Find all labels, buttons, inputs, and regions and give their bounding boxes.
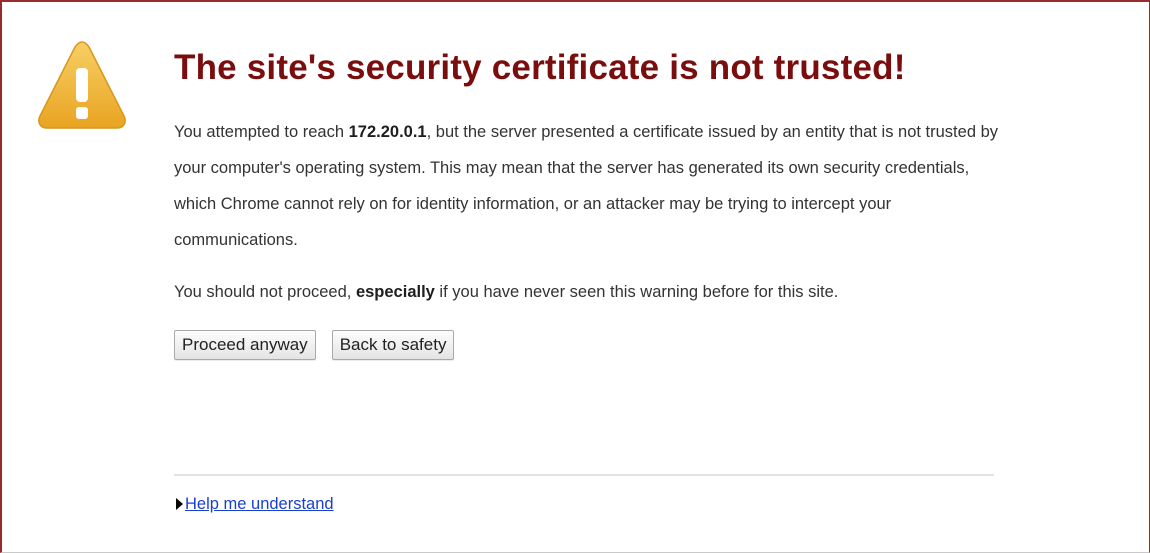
advice-emphasis: especially xyxy=(355,283,435,301)
triangle-right-icon[interactable] xyxy=(176,498,183,510)
action-buttons: Proceed anyway Back to safety xyxy=(174,330,1014,360)
target-host: 172.20.0.1 xyxy=(348,123,427,141)
description-text-start: You attempted to reach xyxy=(174,123,349,141)
help-me-understand-link[interactable]: Help me understand xyxy=(185,495,334,514)
error-description: You attempted to reach 172.20.0.1, but t… xyxy=(174,114,1004,258)
page-title: The site's security certificate is not t… xyxy=(174,48,906,87)
description-text-end: , but the server presented a certificate… xyxy=(174,123,999,249)
back-to-safety-button[interactable]: Back to safety xyxy=(331,330,455,360)
warning-advice: You should not proceed, especially if yo… xyxy=(174,274,994,310)
advice-text-end: if you have never seen this warning befo… xyxy=(434,283,839,301)
divider xyxy=(174,474,994,476)
advice-text-start: You should not proceed, xyxy=(174,283,356,301)
help-section[interactable]: Help me understand xyxy=(176,493,334,515)
certificate-error-page: The site's security certificate is not t… xyxy=(0,0,1150,553)
proceed-anyway-button[interactable]: Proceed anyway xyxy=(174,330,316,360)
warning-triangle-icon xyxy=(38,41,126,129)
error-content: The site's security certificate is not t… xyxy=(174,42,1014,360)
